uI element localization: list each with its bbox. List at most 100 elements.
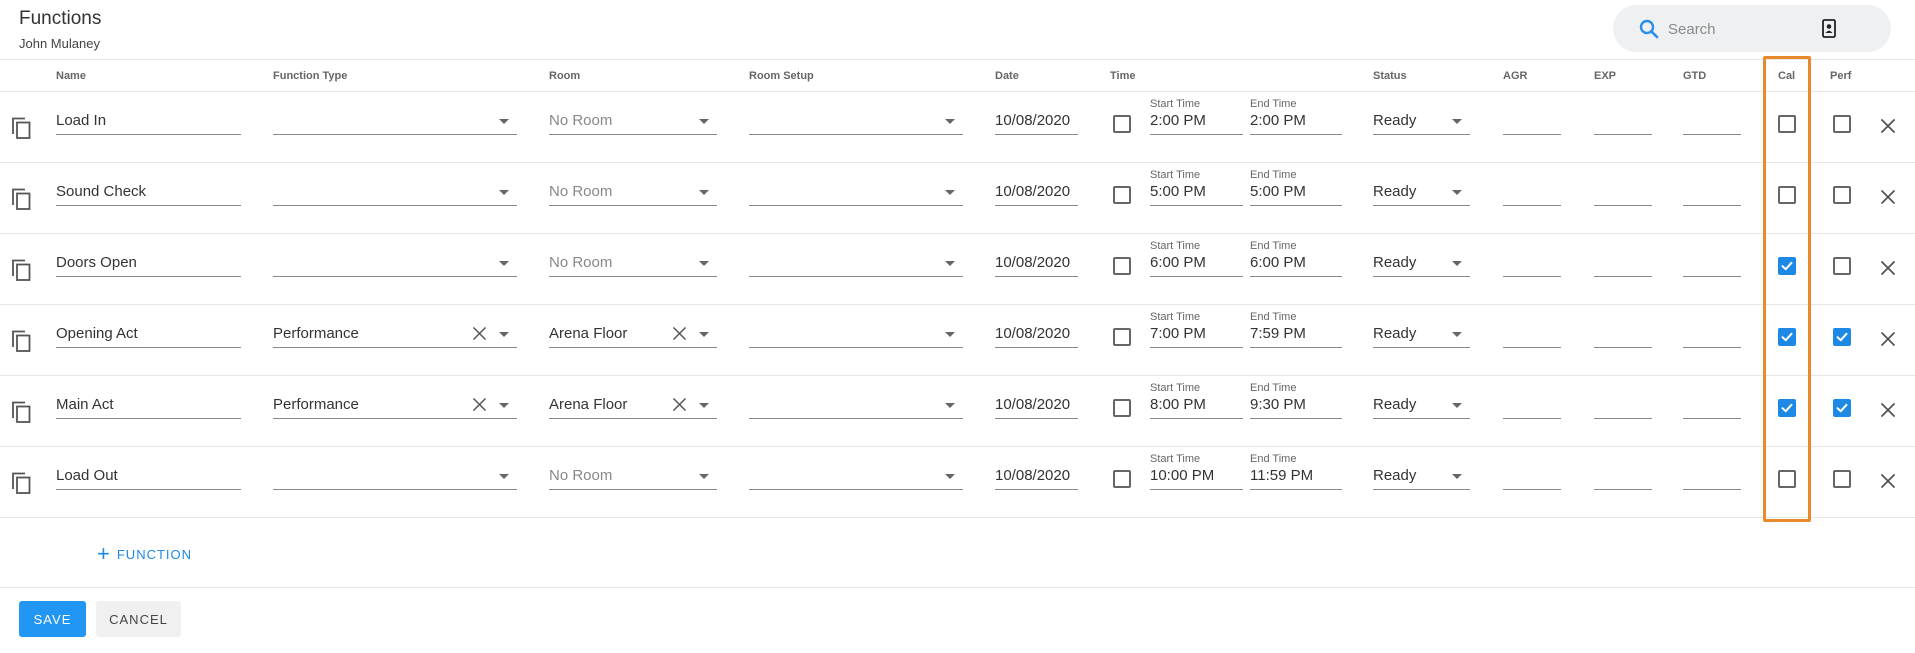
dropdown-arrow-icon[interactable]: [499, 261, 509, 266]
room-setup-select[interactable]: [749, 460, 963, 490]
start-time-input[interactable]: 6:00 PM: [1150, 247, 1243, 277]
room-select[interactable]: Arena Floor: [549, 389, 717, 419]
name-input[interactable]: Doors Open: [56, 247, 241, 277]
name-input[interactable]: Load In: [56, 105, 241, 135]
close-icon[interactable]: [1880, 402, 1896, 418]
clear-icon[interactable]: [472, 326, 487, 341]
gtd-input[interactable]: [1683, 318, 1741, 348]
room-select[interactable]: Arena Floor: [549, 318, 717, 348]
room-select[interactable]: No Room: [549, 460, 717, 490]
copy-icon[interactable]: [10, 471, 32, 495]
cal-checkbox[interactable]: [1778, 257, 1796, 275]
contact-card-icon[interactable]: [1820, 19, 1838, 38]
exp-input[interactable]: [1594, 460, 1652, 490]
dropdown-arrow-icon[interactable]: [945, 332, 955, 337]
status-select[interactable]: Ready: [1373, 176, 1470, 206]
dropdown-arrow-icon[interactable]: [1452, 474, 1462, 479]
perf-checkbox[interactable]: [1833, 186, 1851, 204]
function-type-select[interactable]: [273, 176, 517, 206]
close-icon[interactable]: [1880, 260, 1896, 276]
date-input[interactable]: 10/08/2020: [995, 318, 1078, 348]
dropdown-arrow-icon[interactable]: [945, 403, 955, 408]
status-select[interactable]: Ready: [1373, 389, 1470, 419]
start-time-input[interactable]: 7:00 PM: [1150, 318, 1243, 348]
start-time-input[interactable]: 10:00 PM: [1150, 460, 1243, 490]
name-input[interactable]: Opening Act: [56, 318, 241, 348]
close-icon[interactable]: [1880, 118, 1896, 134]
dropdown-arrow-icon[interactable]: [699, 261, 709, 266]
agr-input[interactable]: [1503, 389, 1561, 419]
copy-icon[interactable]: [10, 187, 32, 211]
room-select[interactable]: No Room: [549, 105, 717, 135]
room-setup-select[interactable]: [749, 105, 963, 135]
dropdown-arrow-icon[interactable]: [945, 261, 955, 266]
name-input[interactable]: Load Out: [56, 460, 241, 490]
dropdown-arrow-icon[interactable]: [699, 474, 709, 479]
all-day-checkbox[interactable]: [1113, 257, 1131, 275]
date-input[interactable]: 10/08/2020: [995, 460, 1078, 490]
gtd-input[interactable]: [1683, 389, 1741, 419]
close-icon[interactable]: [1880, 331, 1896, 347]
exp-input[interactable]: [1594, 247, 1652, 277]
dropdown-arrow-icon[interactable]: [499, 190, 509, 195]
date-input[interactable]: 10/08/2020: [995, 389, 1078, 419]
dropdown-arrow-icon[interactable]: [699, 403, 709, 408]
function-type-select[interactable]: [273, 247, 517, 277]
perf-checkbox[interactable]: [1833, 257, 1851, 275]
end-time-input[interactable]: 6:00 PM: [1250, 247, 1342, 277]
gtd-input[interactable]: [1683, 105, 1741, 135]
date-input[interactable]: 10/08/2020: [995, 176, 1078, 206]
all-day-checkbox[interactable]: [1113, 115, 1131, 133]
function-type-select[interactable]: Performance: [273, 318, 517, 348]
clear-icon[interactable]: [672, 326, 687, 341]
dropdown-arrow-icon[interactable]: [945, 119, 955, 124]
exp-input[interactable]: [1594, 389, 1652, 419]
dropdown-arrow-icon[interactable]: [699, 190, 709, 195]
cal-checkbox[interactable]: [1778, 328, 1796, 346]
end-time-input[interactable]: 2:00 PM: [1250, 105, 1342, 135]
status-select[interactable]: Ready: [1373, 105, 1470, 135]
dropdown-arrow-icon[interactable]: [1452, 190, 1462, 195]
name-input[interactable]: Main Act: [56, 389, 241, 419]
dropdown-arrow-icon[interactable]: [1452, 261, 1462, 266]
search-box[interactable]: [1613, 5, 1891, 52]
room-setup-select[interactable]: [749, 318, 963, 348]
perf-checkbox[interactable]: [1833, 470, 1851, 488]
cal-checkbox[interactable]: [1778, 399, 1796, 417]
room-setup-select[interactable]: [749, 247, 963, 277]
dropdown-arrow-icon[interactable]: [499, 332, 509, 337]
exp-input[interactable]: [1594, 318, 1652, 348]
status-select[interactable]: Ready: [1373, 460, 1470, 490]
perf-checkbox[interactable]: [1833, 328, 1851, 346]
cancel-button[interactable]: CANCEL: [96, 601, 181, 637]
dropdown-arrow-icon[interactable]: [699, 332, 709, 337]
function-type-select[interactable]: Performance: [273, 389, 517, 419]
status-select[interactable]: Ready: [1373, 247, 1470, 277]
function-type-select[interactable]: [273, 105, 517, 135]
cal-checkbox[interactable]: [1778, 115, 1796, 133]
dropdown-arrow-icon[interactable]: [499, 119, 509, 124]
copy-icon[interactable]: [10, 258, 32, 282]
close-icon[interactable]: [1880, 189, 1896, 205]
dropdown-arrow-icon[interactable]: [945, 190, 955, 195]
gtd-input[interactable]: [1683, 460, 1741, 490]
end-time-input[interactable]: 11:59 PM: [1250, 460, 1342, 490]
name-input[interactable]: Sound Check: [56, 176, 241, 206]
dropdown-arrow-icon[interactable]: [1452, 119, 1462, 124]
perf-checkbox[interactable]: [1833, 399, 1851, 417]
status-select[interactable]: Ready: [1373, 318, 1470, 348]
date-input[interactable]: 10/08/2020: [995, 105, 1078, 135]
exp-input[interactable]: [1594, 105, 1652, 135]
clear-icon[interactable]: [672, 397, 687, 412]
dropdown-arrow-icon[interactable]: [1452, 403, 1462, 408]
all-day-checkbox[interactable]: [1113, 186, 1131, 204]
close-icon[interactable]: [1880, 473, 1896, 489]
copy-icon[interactable]: [10, 116, 32, 140]
start-time-input[interactable]: 2:00 PM: [1150, 105, 1243, 135]
agr-input[interactable]: [1503, 460, 1561, 490]
dropdown-arrow-icon[interactable]: [1452, 332, 1462, 337]
agr-input[interactable]: [1503, 105, 1561, 135]
gtd-input[interactable]: [1683, 247, 1741, 277]
exp-input[interactable]: [1594, 176, 1652, 206]
room-setup-select[interactable]: [749, 389, 963, 419]
